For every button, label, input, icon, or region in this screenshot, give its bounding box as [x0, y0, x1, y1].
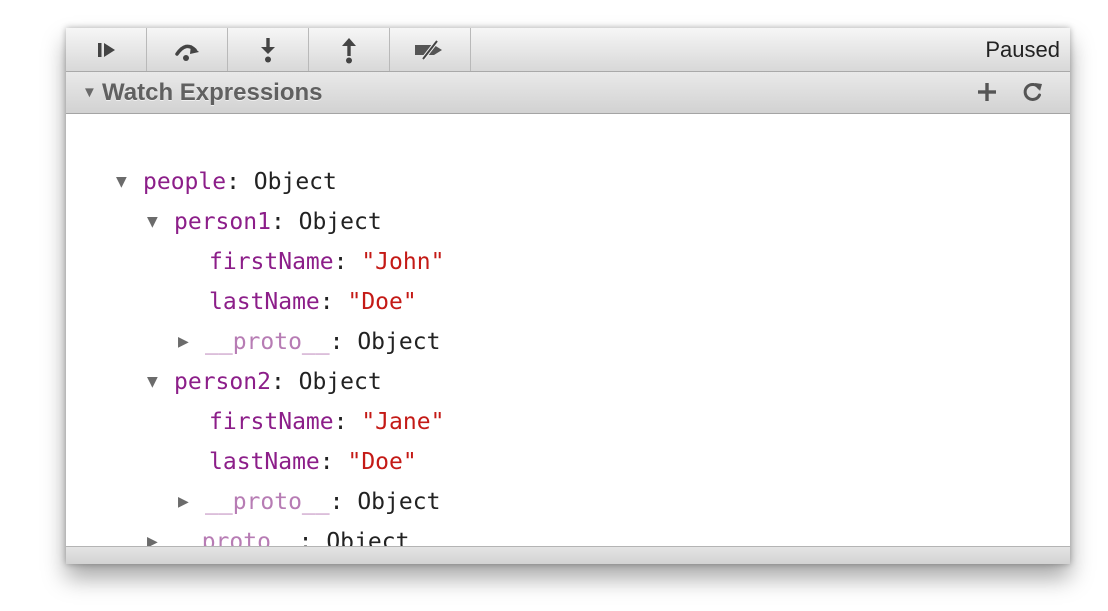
separator: :	[270, 209, 299, 235]
property-value: Object	[253, 169, 337, 195]
property-value: Object	[357, 329, 441, 355]
property-value: "Jane"	[361, 409, 445, 435]
expand-toggle-icon[interactable]: ▼	[147, 362, 158, 402]
step-into-button[interactable]	[228, 28, 309, 71]
tree-row-person1[interactable]: ▼ person1: Object	[66, 202, 1070, 242]
add-watch-button[interactable]	[970, 76, 1004, 108]
deactivate-breakpoints-button[interactable]	[390, 28, 471, 71]
separator: :	[333, 249, 362, 275]
debugger-toolbar: Paused	[66, 28, 1070, 72]
step-out-icon	[342, 37, 356, 63]
tree-row-person1-proto[interactable]: ▶ __proto__: Object	[66, 322, 1070, 362]
expand-toggle-icon[interactable]: ▼	[147, 202, 158, 242]
resume-button[interactable]	[66, 28, 147, 71]
debugger-status: Paused	[985, 37, 1060, 62]
tree-row-person2-firstname[interactable]: firstName: "Jane"	[209, 402, 444, 442]
separator: :	[270, 369, 299, 395]
separator: :	[329, 489, 358, 515]
property-name: __proto__	[205, 489, 330, 515]
expand-toggle-icon[interactable]: ▼	[116, 162, 127, 202]
tree-row-person2-lastname[interactable]: lastName: "Doe"	[209, 442, 417, 482]
property-value: Object	[298, 369, 382, 395]
step-into-icon	[261, 37, 275, 62]
tree-row-person2[interactable]: ▼ person2: Object	[66, 362, 1070, 402]
resume-icon	[98, 42, 115, 57]
tree-row-person1-lastname[interactable]: lastName: "Doe"	[209, 282, 417, 322]
tree-row-person1-firstname[interactable]: firstName: "John"	[209, 242, 444, 282]
property-value: Object	[298, 209, 382, 235]
property-name: people	[143, 169, 227, 195]
collapse-toggle-icon[interactable]: ▶	[178, 322, 189, 362]
refresh-icon	[1023, 83, 1042, 101]
debugger-panel: Paused ▼ Watch Expressions ▼ people: Obj…	[66, 28, 1070, 564]
separator: :	[319, 449, 348, 475]
property-name: __proto__	[205, 329, 330, 355]
watch-expressions-title: Watch Expressions	[102, 79, 323, 106]
property-value: "Doe"	[347, 449, 417, 475]
watch-expressions-tree: ▼ people: Object ▼ person1: Object first…	[66, 114, 1070, 555]
property-name: lastName	[209, 289, 320, 315]
step-over-icon	[175, 44, 199, 61]
separator: :	[319, 289, 348, 315]
tree-row-people[interactable]: ▼ people: Object	[66, 162, 1070, 202]
watch-expressions-header[interactable]: ▼ Watch Expressions	[66, 72, 1070, 114]
plus-icon	[978, 83, 996, 101]
collapse-toggle-icon[interactable]: ▶	[178, 482, 189, 522]
property-value: "Doe"	[347, 289, 417, 315]
separator: :	[226, 169, 254, 195]
property-value: Object	[357, 489, 441, 515]
property-value: "John"	[361, 249, 445, 275]
property-name: person1	[174, 209, 271, 235]
step-out-button[interactable]	[309, 28, 390, 71]
property-name: person2	[174, 369, 271, 395]
property-name: lastName	[209, 449, 320, 475]
property-name: firstName	[209, 409, 334, 435]
separator: :	[333, 409, 362, 435]
next-section-header[interactable]	[66, 546, 1070, 564]
section-expand-icon: ▼	[82, 84, 97, 101]
property-name: firstName	[209, 249, 334, 275]
deactivate-breakpoints-icon	[415, 39, 442, 60]
tree-row-person2-proto[interactable]: ▶ __proto__: Object	[66, 482, 1070, 522]
refresh-watch-button[interactable]	[1016, 76, 1050, 108]
separator: :	[329, 329, 358, 355]
step-over-button[interactable]	[147, 28, 228, 71]
